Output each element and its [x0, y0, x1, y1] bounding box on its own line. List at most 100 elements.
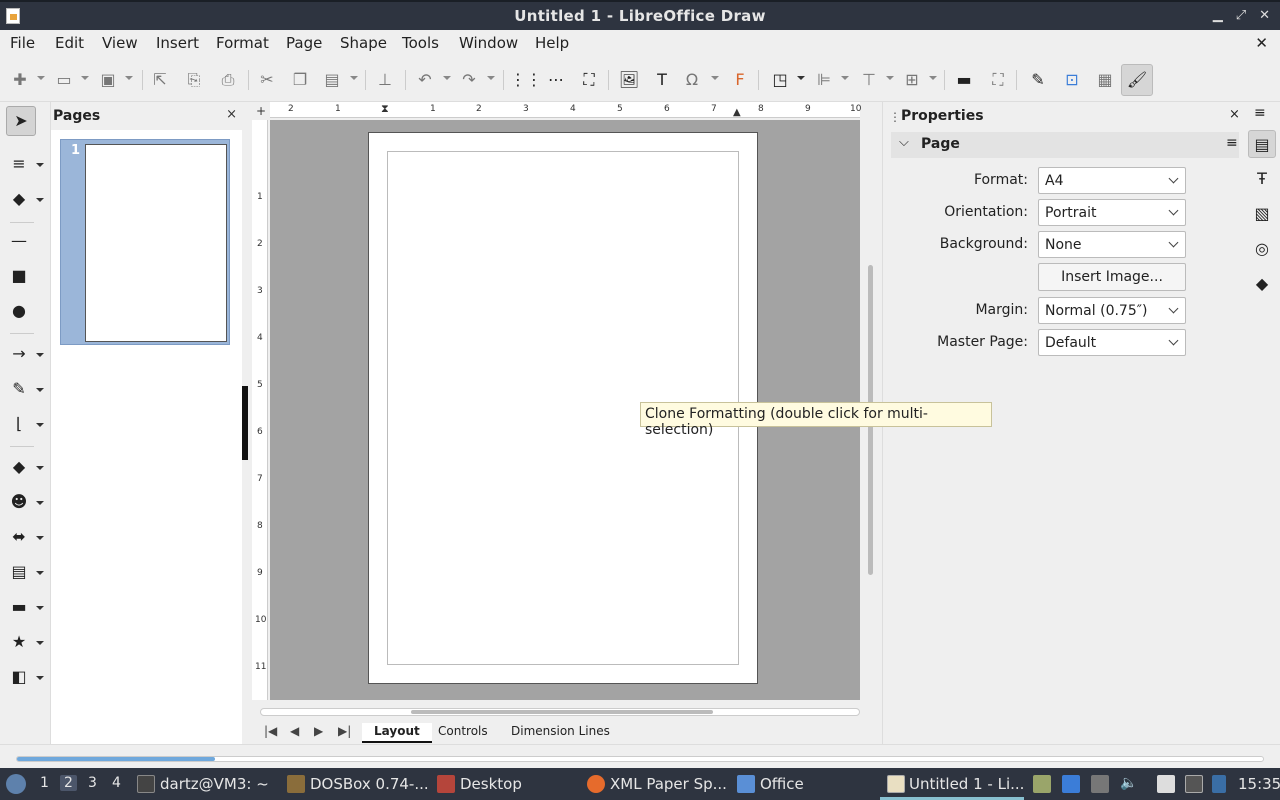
close-pages-panel-button[interactable]: × [226, 107, 237, 122]
insert-image-button[interactable]: Insert Image... [1038, 263, 1186, 291]
helplines-icon[interactable]: ⋯ [544, 68, 568, 92]
menu-edit[interactable]: Edit [55, 34, 84, 52]
export-icon[interactable]: ⇱ [148, 68, 172, 92]
navigator-deck-icon[interactable]: ◎ [1248, 235, 1276, 263]
task-terminal[interactable]: dartz@VM3: ~ [160, 775, 269, 793]
lines-arrows-icon[interactable]: → [6, 342, 32, 366]
format-select[interactable]: A4 [1038, 167, 1186, 194]
rectangle-icon[interactable]: ■ [6, 264, 32, 288]
margin-select[interactable]: Normal (0.75″) [1038, 297, 1186, 324]
workspace-4[interactable]: 4 [112, 775, 121, 791]
new-document-icon[interactable]: ✚ [8, 68, 32, 92]
curves-icon[interactable]: ✎ [6, 377, 32, 401]
select-icon[interactable]: ➤ [6, 106, 36, 136]
clipboard-icon[interactable] [1157, 775, 1175, 793]
fill-color-icon[interactable]: ◆ [6, 187, 32, 211]
open-icon[interactable]: ▭ [52, 68, 76, 92]
styles-deck-icon[interactable]: Ŧ [1248, 165, 1276, 193]
tab-dimension-lines[interactable]: Dimension Lines [499, 723, 622, 741]
align-icon[interactable]: ⊫ [812, 68, 836, 92]
shapes-deck-icon[interactable]: ◆ [1248, 270, 1276, 298]
stars-icon[interactable]: ★ [6, 630, 32, 654]
tray-window-icon[interactable] [1062, 775, 1080, 793]
menu-shape[interactable]: Shape [340, 34, 387, 52]
menu-window[interactable]: Window [459, 34, 518, 52]
workspace-1[interactable]: 1 [40, 775, 49, 791]
save-icon[interactable]: ▣ [96, 68, 120, 92]
ellipse-icon[interactable]: ● [6, 299, 32, 323]
callouts-icon[interactable]: ▬ [6, 595, 32, 619]
master-page-select[interactable]: Default [1038, 329, 1186, 356]
print-icon[interactable]: ⎙ [216, 68, 240, 92]
orientation-select[interactable]: Portrait [1038, 199, 1186, 226]
distribute-icon[interactable]: ⊞ [900, 68, 924, 92]
undo-icon[interactable]: ↶ [413, 68, 437, 92]
redo-icon[interactable]: ↷ [457, 68, 481, 92]
workspace-2[interactable]: 2 [60, 775, 77, 791]
fontwork-icon[interactable]: F [728, 68, 752, 92]
close-sidebar-button[interactable]: × [1229, 107, 1240, 122]
background-select[interactable]: None [1038, 231, 1186, 258]
page-section-header[interactable]: ⌵ Page ≡ [891, 132, 1239, 158]
minimize-button[interactable]: ▁ [1213, 8, 1223, 23]
paste-icon[interactable]: ▤ [320, 68, 344, 92]
menu-page[interactable]: Page [286, 34, 322, 52]
3d-objects-icon[interactable]: ◧ [6, 665, 32, 689]
flowchart-icon[interactable]: ▤ [6, 560, 32, 584]
workspace-3[interactable]: 3 [88, 775, 97, 791]
section-menu-icon[interactable]: ≡ [1226, 135, 1238, 151]
task-desktop[interactable]: Desktop [460, 775, 522, 793]
clone-formatting-icon[interactable]: ⊥ [373, 68, 397, 92]
menu-file[interactable]: File [10, 34, 35, 52]
last-tab-icon[interactable]: ▶| [338, 724, 351, 738]
display-icon[interactable] [1185, 775, 1203, 793]
properties-deck-icon[interactable]: ▤ [1248, 130, 1276, 158]
first-tab-icon[interactable]: |◀ [264, 724, 277, 738]
arrange-icon[interactable]: ⊤ [857, 68, 881, 92]
cut-icon[interactable]: ✂ [255, 68, 279, 92]
line-color-icon[interactable]: ≡ [6, 152, 32, 176]
gallery-deck-icon[interactable]: ▧ [1248, 200, 1276, 228]
glue-points-icon[interactable]: ⊡ [1060, 68, 1084, 92]
close-document-button[interactable]: ✕ [1255, 34, 1268, 52]
insert-textbox-icon[interactable]: T [650, 68, 674, 92]
next-tab-icon[interactable]: ▶ [314, 724, 323, 738]
crop-icon[interactable]: ⛶ [986, 68, 1010, 92]
close-window-button[interactable]: ✕ [1259, 8, 1270, 23]
tab-layout[interactable]: Layout [362, 723, 432, 743]
menu-format[interactable]: Format [216, 34, 269, 52]
network-icon[interactable] [1212, 775, 1226, 793]
left-indent-marker[interactable]: ⧗ [381, 102, 389, 116]
line-icon[interactable]: — [6, 229, 32, 253]
tray-storage-icon[interactable] [1091, 775, 1109, 793]
task-dosbox[interactable]: DOSBox 0.74-... [310, 775, 429, 793]
menu-view[interactable]: View [102, 34, 138, 52]
restore-button[interactable]: ⤢ [1236, 8, 1246, 23]
page-thumbnail[interactable]: 1 [60, 139, 230, 345]
menu-help[interactable]: Help [535, 34, 569, 52]
zoom-pan-icon[interactable]: ⛶ [577, 68, 601, 92]
pages-panel-splitter[interactable] [242, 386, 248, 460]
horizontal-scrollbar[interactable] [260, 708, 860, 716]
connectors-icon[interactable]: ⌊ [6, 412, 32, 436]
special-character-icon[interactable]: Ω [680, 68, 704, 92]
block-arrows-icon[interactable]: ⬌ [6, 525, 32, 549]
drag-handle-icon[interactable]: ⋮ [889, 110, 901, 124]
tab-controls[interactable]: Controls [426, 723, 500, 741]
tray-app-icon[interactable] [1033, 775, 1051, 793]
start-menu-icon[interactable] [6, 774, 26, 794]
transformations-icon[interactable]: ◳ [768, 68, 792, 92]
grid-icon[interactable]: ⋮⋮ [510, 68, 542, 92]
task-firefox[interactable]: XML Paper Sp... [610, 775, 727, 793]
clone-formatting-active-icon[interactable]: 🖌 [1121, 64, 1153, 96]
chevron-down-icon[interactable]: ⌵ [899, 135, 909, 150]
menu-insert[interactable]: Insert [156, 34, 199, 52]
insert-image-icon[interactable]: 🖼 [617, 68, 641, 92]
task-office-folder[interactable]: Office [760, 775, 804, 793]
points-icon[interactable]: ✎ [1026, 68, 1050, 92]
shadow-icon[interactable]: ▬ [952, 68, 976, 92]
toggle-extrusion-icon[interactable]: ▦ [1093, 68, 1117, 92]
previous-tab-icon[interactable]: ◀ [290, 724, 299, 738]
horizontal-ruler[interactable]: 2 1 1 2 3 4 5 6 7 8 9 10 ⧗ ▲ [270, 102, 861, 118]
volume-icon[interactable]: 🔈 [1120, 775, 1137, 791]
